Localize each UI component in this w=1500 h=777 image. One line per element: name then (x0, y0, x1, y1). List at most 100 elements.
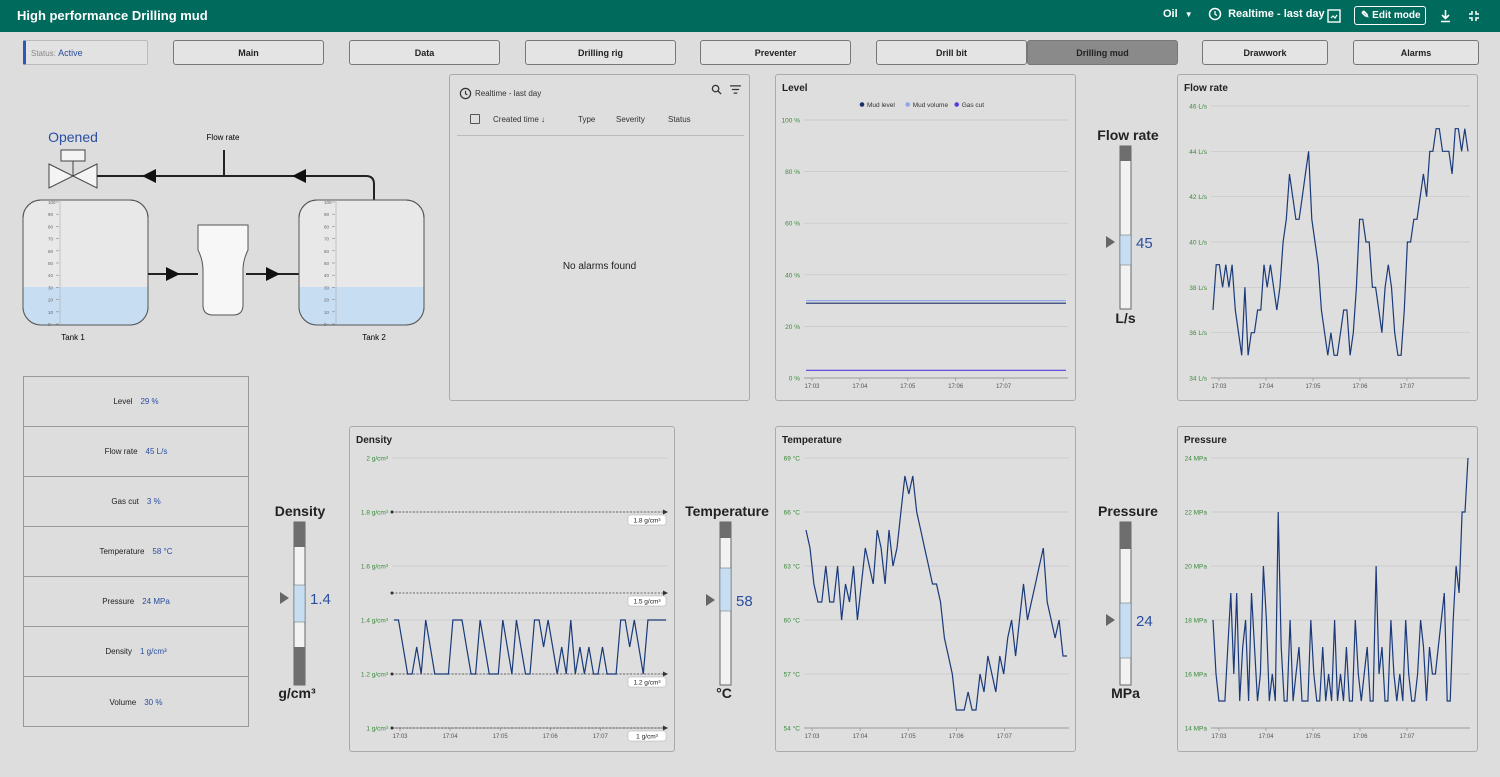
edit-mode-label: Edit mode (1372, 10, 1421, 21)
tank-1-label: Tank 1 (61, 333, 85, 342)
y-tick-label: 1.2 g/cm³ (361, 672, 389, 679)
gauge-limit-low (294, 647, 305, 685)
legend-item: Mud volume (913, 102, 949, 109)
status-value: Active (58, 48, 83, 58)
x-tick-label: 17:06 (543, 734, 559, 740)
y-tick-label: 20 % (785, 324, 800, 331)
y-tick-label: 1 g/cm³ (366, 726, 389, 733)
gauge-value: 45 (1136, 235, 1153, 252)
level-chart-panel: Level 0 % 20 % 40 % 60 % 80 % 100 % 17:03 17:04… (775, 74, 1076, 401)
temperature-gauge-title: Temperature (685, 503, 769, 519)
arrow-left-icon (292, 169, 306, 183)
fullscreen-icon[interactable] (1327, 9, 1341, 23)
column-type[interactable]: Type (578, 115, 595, 124)
y-tick-label: 69 °C (784, 455, 801, 463)
gauge-pointer-icon (280, 592, 289, 604)
pressure-gauge-title: Pressure (1098, 503, 1158, 519)
edit-mode-button[interactable]: ✎ Edit mode (1354, 6, 1426, 25)
tank-scale-label: 30 (48, 285, 54, 290)
nav-drilling-rig-button[interactable]: Drilling rig (525, 40, 676, 65)
valve-state: Opened (48, 129, 98, 145)
select-all-checkbox[interactable] (470, 114, 480, 124)
tank-2-label: Tank 2 (362, 333, 386, 342)
tank-scale-label: 90 (324, 212, 330, 217)
x-tick-label: 17:05 (901, 734, 917, 740)
threshold-arrow-icon (663, 725, 668, 731)
param-row-pressure: Pressure 24 MPa (24, 577, 248, 627)
y-tick-label: 22 MPa (1185, 510, 1208, 517)
nav-alarms-button[interactable]: Alarms (1353, 40, 1479, 65)
nav-preventer-button[interactable]: Preventer (700, 40, 851, 65)
x-tick-label: 17:06 (1352, 384, 1368, 390)
threshold-label: 1.2 g/cm³ (633, 680, 661, 687)
nav-drill-bit-button[interactable]: Drill bit (876, 40, 1027, 65)
nav-drilling-mud-button[interactable]: Drilling mud (1027, 40, 1178, 65)
download-icon[interactable] (1439, 9, 1452, 23)
gauge-fill (293, 584, 306, 623)
tank-scale-label: 40 (48, 273, 54, 278)
column-created-time[interactable]: Created time ↓ (493, 115, 545, 124)
tank-scale-label: 80 (48, 224, 54, 229)
parameter-table: Level 29 % Flow rate 45 L/s Gas cut 3 % Tem… (23, 376, 249, 727)
site-label: Oil (1163, 8, 1178, 20)
density-gauge-unit: g/cm³ (278, 685, 316, 701)
x-tick-label: 17:04 (853, 734, 869, 740)
valve-icon[interactable] (48, 149, 98, 189)
nav-main-button[interactable]: Main (173, 40, 324, 65)
tank-scale-label: 50 (48, 261, 54, 266)
x-tick-label: 17:04 (1258, 734, 1274, 740)
tank-scale-label: 10 (324, 310, 330, 315)
time-range-label: Realtime - last day (1228, 7, 1325, 20)
nav-drawwork-button[interactable]: Drawwork (1202, 40, 1328, 65)
series-line (394, 619, 666, 675)
y-tick-label: 16 MPa (1185, 672, 1208, 679)
y-tick-label: 46 L/s (1189, 104, 1207, 111)
nav-data-button[interactable]: Data (349, 40, 500, 65)
legend-item: Mud level (867, 102, 895, 109)
y-tick-label: 0 % (789, 376, 800, 383)
y-tick-label: 40 % (785, 272, 800, 279)
top-bar: High performance Drilling mud Oil ▼ Real… (0, 0, 1500, 32)
status-label: Status: (31, 49, 56, 58)
column-status[interactable]: Status (668, 115, 691, 124)
y-tick-label: 40 L/s (1189, 240, 1207, 247)
flow-chart-panel: Flow rate 34 L/s 36 L/s 38 L/s 40 L/s 42 L/s… (1177, 74, 1478, 401)
x-tick-label: 17:06 (949, 734, 965, 740)
gauge-limit-high (1120, 146, 1131, 161)
sort-down-icon: ↓ (541, 115, 546, 124)
tank-2[interactable]: 1009080706050403020100 (298, 199, 425, 327)
x-tick-label: 17:05 (900, 384, 916, 390)
y-tick-label: 20 MPa (1185, 564, 1208, 571)
y-tick-label: 57 °C (784, 671, 801, 679)
flow-gauge-unit: L/s (1115, 310, 1136, 326)
threshold-arrow-icon (663, 590, 668, 596)
legend-swatch (859, 102, 865, 107)
exit-fullscreen-icon[interactable] (1468, 10, 1480, 22)
filter-icon[interactable] (730, 85, 741, 94)
time-range-selector[interactable]: Realtime - last day (1208, 7, 1325, 21)
flow-gauge: 45 (1106, 145, 1153, 310)
site-selector[interactable]: Oil ▼ (1163, 8, 1193, 20)
threshold-label: 1.8 g/cm³ (633, 518, 661, 525)
temperature-chart: 54 °C 57 °C 60 °C 63 °C 66 °C 69 °C 17:03 17:04… (784, 455, 1069, 740)
return-pipe (97, 175, 375, 200)
tank-scale-label: 10 (48, 310, 54, 315)
column-severity[interactable]: Severity (616, 115, 645, 124)
x-tick-label: 17:03 (392, 734, 408, 740)
x-tick-label: 17:07 (996, 384, 1012, 390)
y-tick-label: 34 L/s (1189, 376, 1207, 383)
y-tick-label: 14 MPa (1185, 726, 1208, 733)
level-chart: 0 % 20 % 40 % 60 % 80 % 100 % 17:03 17:04 17:05 1… (782, 102, 1068, 390)
pressure-gauge: 24 (1106, 521, 1153, 686)
param-row-volume: Volume 30 % (109, 697, 163, 707)
pencil-icon: ✎ (1361, 10, 1370, 21)
search-icon[interactable] (711, 84, 722, 95)
pump[interactable] (197, 224, 249, 316)
x-tick-label: 17:07 (593, 734, 609, 740)
threshold-start (390, 672, 394, 676)
param-row-density: Density 1 g/cm³ (24, 627, 248, 677)
arrow-right-icon (266, 267, 280, 281)
tank-1[interactable]: 1009080706050403020100 (22, 199, 149, 327)
y-tick-label: 1.4 g/cm³ (361, 618, 389, 625)
y-tick-label: 60 % (785, 221, 800, 228)
